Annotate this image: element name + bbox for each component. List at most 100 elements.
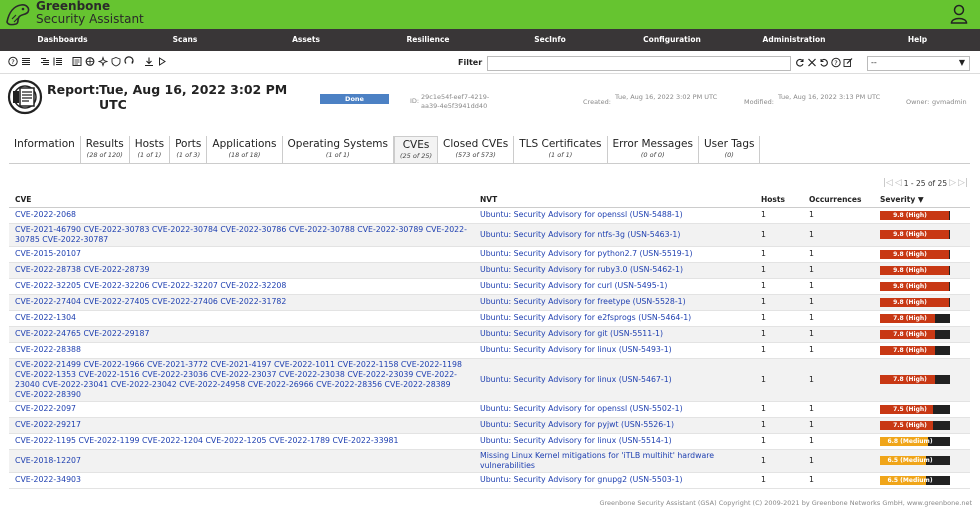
download-icon[interactable] (144, 56, 154, 67)
nvt-link[interactable]: Ubuntu: Security Advisory for python2.7 … (480, 249, 693, 258)
cve-link[interactable]: CVE-2022-32205 CVE-2022-32206 CVE-2022-3… (15, 281, 286, 290)
results-icon[interactable] (72, 56, 82, 67)
nvt-link[interactable]: Ubuntu: Security Advisory for e2fsprogs … (480, 313, 691, 322)
nvt-link[interactable]: Ubuntu: Security Advisory for linux (USN… (480, 345, 672, 354)
tab-error-messages[interactable]: Error Messages (0 of 0) (608, 136, 699, 163)
tab-count: (25 of 25) (400, 152, 433, 160)
nvt-link[interactable]: Ubuntu: Security Advisory for pyjwt (USN… (480, 420, 674, 429)
modified-value: Tue, Aug 16, 2022 3:13 PM UTC (778, 93, 881, 101)
column-hosts[interactable]: Hosts (755, 192, 803, 208)
previous-page-icon[interactable]: ◁ (895, 178, 902, 188)
severity-cell: 7.8 (High) (874, 342, 970, 359)
greenbone-logo-icon[interactable] (4, 2, 32, 27)
table-row: CVE-2022-32205 CVE-2022-32206 CVE-2022-3… (9, 278, 970, 295)
tab-ports[interactable]: Ports (1 of 3) (170, 136, 208, 163)
cve-link[interactable]: CVE-2022-34903 (15, 475, 81, 484)
edit-icon[interactable] (843, 57, 853, 68)
nvt-link[interactable]: Ubuntu: Security Advisory for git (USN-5… (480, 329, 663, 338)
cve-link[interactable]: CVE-2022-1195 CVE-2022-1199 CVE-2022-120… (15, 436, 398, 445)
table-row: CVE-2022-24765 CVE-2022-29187 Ubuntu: Sec… (9, 326, 970, 343)
cve-link[interactable]: CVE-2015-20107 (15, 249, 81, 258)
tab-cves[interactable]: CVEs (25 of 25) (394, 136, 439, 163)
cve-link[interactable]: CVE-2022-21499 CVE-2022-1966 CVE-2021-37… (15, 360, 462, 399)
nvt-link[interactable]: Ubuntu: Security Advisory for linux (USN… (480, 375, 672, 384)
hosts-cell: 1 (755, 207, 803, 224)
menu-scans[interactable]: Scans (125, 29, 245, 51)
menu-resilience[interactable]: Resilience (367, 29, 489, 51)
cve-link[interactable]: CVE-2022-1304 (15, 313, 76, 322)
user-icon[interactable] (950, 4, 968, 24)
severity-cell: 7.8 (High) (874, 358, 970, 402)
tab-closed-cves[interactable]: Closed CVEs (573 of 573) (438, 136, 515, 163)
cve-link[interactable]: CVE-2022-28738 CVE-2022-28739 (15, 265, 149, 274)
tab-results[interactable]: Results (28 of 120) (81, 136, 130, 163)
tab-count: (1 of 1) (137, 151, 162, 159)
severity-cell: 9.8 (High) (874, 207, 970, 224)
nvt-link[interactable]: Ubuntu: Security Advisory for openssl (U… (480, 404, 683, 413)
last-page-icon[interactable]: ▷| (958, 178, 968, 188)
delta-list-icon[interactable] (40, 56, 50, 67)
nvt-link[interactable]: Missing Linux Kernel mitigations for 'iT… (480, 451, 714, 470)
menu-administration[interactable]: Administration (733, 29, 855, 51)
nvt-link[interactable]: Ubuntu: Security Advisory for gnupg2 (US… (480, 475, 683, 484)
nvt-link[interactable]: Ubuntu: Security Advisory for freetype (… (480, 297, 686, 306)
menu-configuration[interactable]: Configuration (611, 29, 733, 51)
filter-help-icon[interactable]: ? (831, 57, 841, 68)
cve-link[interactable]: CVE-2018-12207 (15, 456, 81, 465)
column-severity[interactable]: Severity ▼ (874, 192, 970, 208)
cve-link[interactable]: CVE-2022-24765 CVE-2022-29187 (15, 329, 149, 338)
filter-input[interactable] (487, 56, 791, 71)
menu-dashboards[interactable]: Dashboards (0, 29, 125, 51)
cve-link[interactable]: CVE-2022-29217 (15, 420, 81, 429)
tab-information[interactable]: Information (9, 136, 81, 163)
severity-label: 9.8 (High) (893, 298, 927, 306)
nvt-link[interactable]: Ubuntu: Security Advisory for openssl (U… (480, 210, 683, 219)
occurrences-cell: 1 (803, 207, 874, 224)
column-occurrences[interactable]: Occurrences (803, 192, 874, 208)
nvt-link[interactable]: Ubuntu: Security Advisory for linux (USN… (480, 436, 672, 445)
next-page-icon[interactable]: ▷ (949, 178, 956, 188)
cve-link[interactable]: CVE-2022-2068 (15, 210, 76, 219)
nvt-link[interactable]: Ubuntu: Security Advisory for ntfs-3g (U… (480, 230, 680, 239)
column-cve[interactable]: CVE (9, 192, 474, 208)
nvt-link[interactable]: Ubuntu: Security Advisory for curl (USN-… (480, 281, 667, 290)
report-list-icon[interactable] (53, 56, 63, 67)
filter-select[interactable]: -- ▼ (867, 56, 970, 71)
menu-secinfo[interactable]: SecInfo (489, 29, 611, 51)
refresh-icon[interactable] (795, 57, 805, 68)
column-nvt[interactable]: NVT (474, 192, 755, 208)
tab-operating-systems[interactable]: Operating Systems (1 of 1) (283, 136, 394, 163)
clear-icon[interactable] (807, 57, 817, 68)
vulnerabilities-icon[interactable] (85, 56, 95, 67)
cve-link[interactable]: CVE-2021-46790 CVE-2022-30783 CVE-2022-3… (15, 225, 467, 244)
shield-icon[interactable] (111, 56, 121, 67)
first-page-icon[interactable]: |◁ (883, 178, 893, 188)
report-date: Tue, Aug 16, 2022 3:02 PM UTC (99, 82, 288, 112)
play-icon[interactable] (157, 56, 167, 67)
table-row: CVE-2022-2068 Ubuntu: Security Advisory f… (9, 207, 970, 224)
hosts-cell: 1 (755, 433, 803, 450)
nvt-link[interactable]: Ubuntu: Security Advisory for ruby3.0 (U… (480, 265, 683, 274)
chevron-down-icon: ▼ (958, 58, 965, 67)
severity-label: 9.8 (High) (893, 266, 927, 274)
help-icon[interactable]: ? (8, 56, 18, 67)
tab-hosts[interactable]: Hosts (1 of 1) (130, 136, 171, 163)
tab-user-tags[interactable]: User Tags (0) (699, 136, 761, 163)
tab-applications[interactable]: Applications (18 of 18) (207, 136, 283, 163)
report-title: Report: (47, 82, 100, 97)
menu-help[interactable]: Help (855, 29, 980, 51)
cve-link[interactable]: CVE-2022-2097 (15, 404, 76, 413)
os-icon[interactable] (98, 56, 108, 67)
reset-icon[interactable] (819, 57, 829, 68)
severity-label: 9.8 (High) (893, 250, 927, 258)
cve-link[interactable]: CVE-2022-27404 CVE-2022-27405 CVE-2022-2… (15, 297, 286, 306)
menu-assets[interactable]: Assets (245, 29, 367, 51)
tab-tls-certificates[interactable]: TLS Certificates (1 of 1) (514, 136, 608, 163)
tls-icon[interactable] (124, 56, 134, 67)
cve-link[interactable]: CVE-2022-28388 (15, 345, 81, 354)
filter-label: Filter (458, 58, 483, 67)
tab-label: Operating Systems (287, 138, 388, 150)
report-icon (7, 79, 43, 115)
list-icon[interactable] (21, 56, 31, 67)
tab-count: (28 of 120) (86, 151, 123, 159)
